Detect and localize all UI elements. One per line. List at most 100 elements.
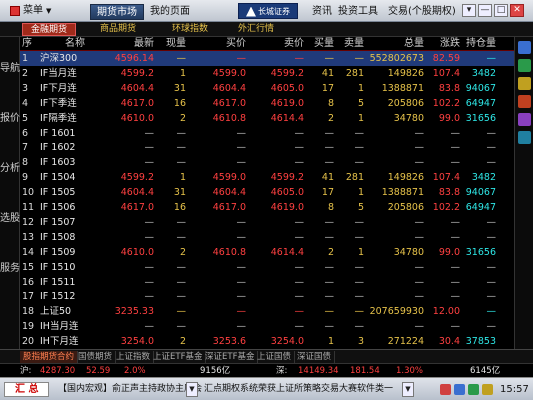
subtab-commodity-futures[interactable]: 商品期货 <box>92 23 144 36</box>
subtab-global-index[interactable]: 环球指数 <box>164 23 216 36</box>
table-row[interactable]: 1 沪深300 4596.14 — — — — — 552802673 82.59 — <box>20 51 514 66</box>
side-nav-screener[interactable]: 选股 <box>0 213 20 225</box>
close-button[interactable]: ✕ <box>510 4 524 17</box>
chart-icon[interactable] <box>518 59 531 72</box>
table-row[interactable]: 4 IF下季连 4617.0 16 4617.0 4619.0 8 5 205806 102.2 6… <box>20 96 514 111</box>
maximize-button[interactable]: □ <box>494 4 508 17</box>
cell-chg: 99.0 <box>438 112 460 124</box>
table-row[interactable]: 20 IH下月连 3254.0 2 3253.6 3254.0 1 3 271224 30.4 37… <box>20 334 514 349</box>
cell-oi: 31656 <box>465 112 496 124</box>
bottom-tab-index-futures[interactable]: 股指期货合约 <box>20 351 79 363</box>
cell-tot: — <box>414 157 425 169</box>
table-row[interactable]: 13 IF 1508 — — — — — — — — — <box>20 230 514 245</box>
cell-bid: — <box>236 291 247 303</box>
cell-bid: — <box>236 276 247 288</box>
table-row[interactable]: 6 IF 1601 — — — — — — — — — <box>20 126 514 141</box>
main-menu-button[interactable]: 菜单 ▼ <box>4 3 57 19</box>
bottom-tab-sh-bond[interactable]: 上证国债 <box>254 351 296 363</box>
cell-av: — <box>354 321 365 333</box>
cell-last: 4599.2 <box>120 67 154 79</box>
alert-icon[interactable] <box>440 384 451 395</box>
menu-trade[interactable]: 交易(个股期权) <box>388 4 456 20</box>
cell-idx: 14 <box>22 246 35 258</box>
cell-av: — <box>354 216 365 228</box>
cell-oi: 64947 <box>465 97 496 109</box>
col-index[interactable]: 序 <box>22 37 38 51</box>
news-ticker-left[interactable]: 【国内宏观】俞正声主持政协主席会 <box>58 382 202 397</box>
table-row[interactable]: 2 IF当月连 4599.2 1 4599.0 4599.2 41 281 149826 107.… <box>20 66 514 81</box>
table-row[interactable]: 11 IF 1506 4617.0 16 4617.0 4619.0 8 5 205806 102… <box>20 200 514 215</box>
subtab-financial-futures[interactable]: 金融期货 <box>22 23 77 36</box>
network-icon[interactable] <box>468 384 479 395</box>
table-row[interactable]: 15 IF 1510 — — — — — — — — — <box>20 260 514 275</box>
grid-icon[interactable] <box>518 41 531 54</box>
table-row[interactable]: 19 IH当月连 — — — — — — — — — <box>20 319 514 334</box>
side-nav-navigation[interactable]: 导航 <box>0 63 20 75</box>
bottom-tab-sz-bond[interactable]: 深证国债 <box>294 351 336 363</box>
star-icon[interactable] <box>518 77 531 90</box>
tab-my-page[interactable]: 我的页面 <box>144 4 196 20</box>
table-row[interactable]: 12 IF 1507 — — — — — — — — — <box>20 215 514 230</box>
sh-index-pct: 2.0% <box>124 366 146 376</box>
cell-ask: 4599.2 <box>270 67 304 79</box>
subtab-forex[interactable]: 外汇行情 <box>230 23 282 36</box>
dropdown-button[interactable]: ▾ <box>462 4 476 17</box>
settings-icon[interactable] <box>518 131 531 144</box>
cell-idx: 6 <box>22 127 29 139</box>
news-icon[interactable] <box>518 113 531 126</box>
menu-tools[interactable]: 投资工具 <box>338 4 378 20</box>
cell-idx: 5 <box>22 112 29 124</box>
bottom-tab-sz-etf[interactable]: 深证ETF基金 <box>202 351 259 363</box>
col-change[interactable]: 涨跌 <box>424 37 460 51</box>
alert-icon[interactable] <box>518 95 531 108</box>
cell-name: 沪深300 <box>40 53 78 64</box>
chevron-down-icon[interactable]: ▼ <box>186 382 198 397</box>
chevron-down-icon[interactable]: ▼ <box>402 382 414 397</box>
cell-oi: — <box>486 231 497 243</box>
col-bid[interactable]: 买价 <box>186 37 246 51</box>
bottom-tab-sh-etf[interactable]: 上证ETF基金 <box>150 351 207 363</box>
col-ask-volume[interactable]: 卖量 <box>334 37 364 51</box>
table-row[interactable]: 3 IF下月连 4604.4 31 4604.4 4605.0 17 1 1388871 83.8… <box>20 81 514 96</box>
col-name[interactable]: 名称 <box>40 37 110 51</box>
table-row[interactable]: 16 IF 1511 — — — — — — — — — <box>20 275 514 290</box>
col-open-interest[interactable]: 持仓量 <box>460 37 496 51</box>
side-nav-analysis[interactable]: 分析 <box>0 163 20 175</box>
message-icon[interactable] <box>454 384 465 395</box>
table-row[interactable]: 18 上证50 3235.33 — — — — — 207659930 12.00 — <box>20 304 514 319</box>
col-total-volume[interactable]: 总量 <box>364 37 424 51</box>
cell-av: 281 <box>345 172 364 184</box>
cell-last: 4610.0 <box>120 112 154 124</box>
summary-button[interactable]: 汇 总 <box>4 382 50 397</box>
bottom-tab-treasury-futures[interactable]: 国债期货 <box>75 351 117 363</box>
cell-oi: — <box>486 261 497 273</box>
table-row[interactable]: 17 IF 1512 — — — — — — — — — <box>20 289 514 304</box>
bottom-tab-sh-index[interactable]: 上证指数 <box>113 351 155 363</box>
col-bid-volume[interactable]: 买量 <box>304 37 334 51</box>
minimize-button[interactable]: — <box>478 4 492 17</box>
sound-icon[interactable] <box>482 384 493 395</box>
cell-chg: 83.8 <box>438 82 460 94</box>
table-row[interactable]: 7 IF 1602 — — — — — — — — — <box>20 140 514 155</box>
table-row[interactable]: 5 IF隔季连 4610.0 2 4610.8 4614.4 2 1 34780 99.0 3165… <box>20 111 514 126</box>
cell-ask: — <box>294 306 305 318</box>
news-ticker-right[interactable]: 汇点期权系统荣获上证所策略交易大赛软件类一 <box>204 382 393 397</box>
col-ask[interactable]: 卖价 <box>246 37 304 51</box>
table-row[interactable]: 8 IF 1603 — — — — — — — — — <box>20 155 514 170</box>
cell-chg: 12.00 <box>432 306 460 318</box>
menu-news[interactable]: 资讯 <box>312 4 332 20</box>
cell-chg: — <box>450 261 461 273</box>
side-nav-service[interactable]: 服务 <box>0 263 20 275</box>
table-row[interactable]: 14 IF 1509 4610.0 2 4610.8 4614.4 2 1 34780 99.0 3… <box>20 245 514 260</box>
col-last[interactable]: 最新 <box>112 37 154 51</box>
cell-chg: 102.2 <box>432 97 460 109</box>
cell-name: IF 1505 <box>40 187 76 199</box>
cell-vol: 31 <box>173 187 186 199</box>
side-nav-quotes[interactable]: 报价 <box>0 113 20 125</box>
cell-oi: 64947 <box>465 202 496 213</box>
table-row[interactable]: 10 IF 1505 4604.4 31 4604.4 4605.0 17 1 1388871 8… <box>20 185 514 200</box>
tab-futures-market[interactable]: 期货市场 <box>90 4 144 20</box>
col-volume[interactable]: 现量 <box>154 37 186 51</box>
table-row[interactable]: 9 IF 1504 4599.2 1 4599.0 4599.2 41 281 149826 10… <box>20 170 514 185</box>
cell-av: — <box>354 231 365 243</box>
